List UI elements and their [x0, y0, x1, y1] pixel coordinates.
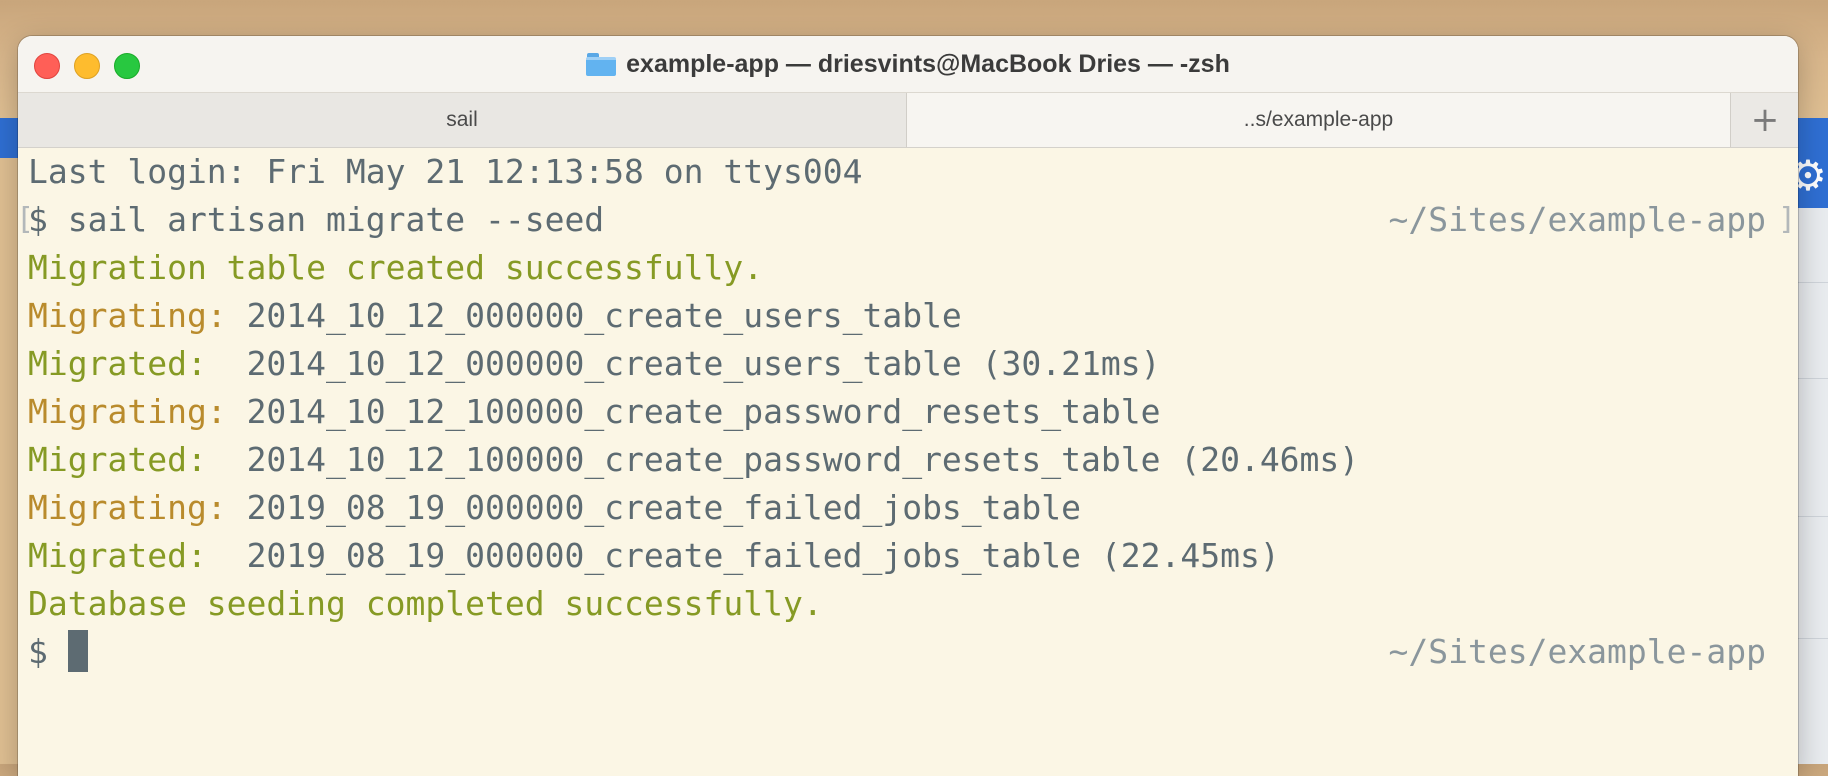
- tab-bar: sail ..s/example-app +: [18, 93, 1798, 148]
- status-label: Migrating:: [28, 392, 227, 431]
- window-title: example-app — driesvints@MacBook Dries —…: [626, 49, 1230, 78]
- tab-label: sail: [446, 108, 478, 131]
- migration-name: 2014_10_12_100000_create_password_resets…: [246, 440, 1360, 479]
- status-label: Migrating:: [28, 296, 227, 335]
- migration-name: 2014_10_12_000000_create_users_table (30…: [246, 344, 1161, 383]
- command-text: sail artisan migrate --seed: [67, 200, 605, 239]
- active-prompt-line[interactable]: $: [28, 628, 88, 676]
- prompt-symbol: $: [28, 632, 48, 671]
- migration-name: 2014_10_12_100000_create_password_resets…: [246, 392, 1161, 431]
- output-line: Migrating: 2014_10_12_100000_create_pass…: [28, 388, 1160, 436]
- migration-name: 2014_10_12_000000_create_users_table: [246, 296, 962, 335]
- right-prompt-cwd: ~/Sites/example-app: [1388, 200, 1767, 239]
- folder-icon: [586, 52, 617, 76]
- status-label: Migrated:: [28, 344, 227, 383]
- title-bar[interactable]: example-app — driesvints@MacBook Dries —…: [18, 36, 1798, 93]
- tab-label: ..s/example-app: [1243, 108, 1394, 131]
- migration-name: 2019_08_19_000000_create_failed_jobs_tab…: [246, 536, 1280, 575]
- text-cursor: [67, 629, 88, 672]
- migration-name: 2019_08_19_000000_create_failed_jobs_tab…: [246, 488, 1082, 527]
- output-line: Migrated: 2014_10_12_000000_create_users…: [28, 340, 1160, 388]
- status-label: Migrated:: [28, 440, 227, 479]
- status-label: Migrated:: [28, 536, 227, 575]
- terminal-content[interactable]: Last login: Fri May 21 12:13:58 on ttys0…: [18, 148, 1798, 776]
- status-label: Migrating:: [28, 488, 227, 527]
- output-line: Database seeding completed successfully.: [28, 584, 823, 623]
- background-window-edge: [0, 118, 18, 158]
- output-line: Migration table created successfully.: [28, 248, 764, 287]
- tab-sail[interactable]: sail: [18, 93, 907, 147]
- output-line: Migrated: 2019_08_19_000000_create_faile…: [28, 532, 1280, 580]
- window-title-group: example-app — driesvints@MacBook Dries —…: [18, 36, 1798, 92]
- terminal-window: example-app — driesvints@MacBook Dries —…: [18, 36, 1798, 776]
- output-line: Migrating: 2014_10_12_000000_create_user…: [28, 292, 962, 340]
- last-login-line: Last login: Fri May 21 12:13:58 on ttys0…: [28, 152, 863, 191]
- prompt-bracket-right: ]: [1777, 202, 1796, 237]
- output-line: Migrated: 2014_10_12_100000_create_passw…: [28, 436, 1359, 484]
- right-prompt-cwd: ~/Sites/example-app: [1388, 632, 1767, 671]
- output-line: Migrating: 2019_08_19_000000_create_fail…: [28, 484, 1081, 532]
- new-tab-button[interactable]: +: [1730, 93, 1798, 147]
- tab-example-app[interactable]: ..s/example-app: [907, 93, 1730, 147]
- prompt-symbol: $: [28, 200, 48, 239]
- command-line: $ sail artisan migrate --seed: [28, 196, 604, 244]
